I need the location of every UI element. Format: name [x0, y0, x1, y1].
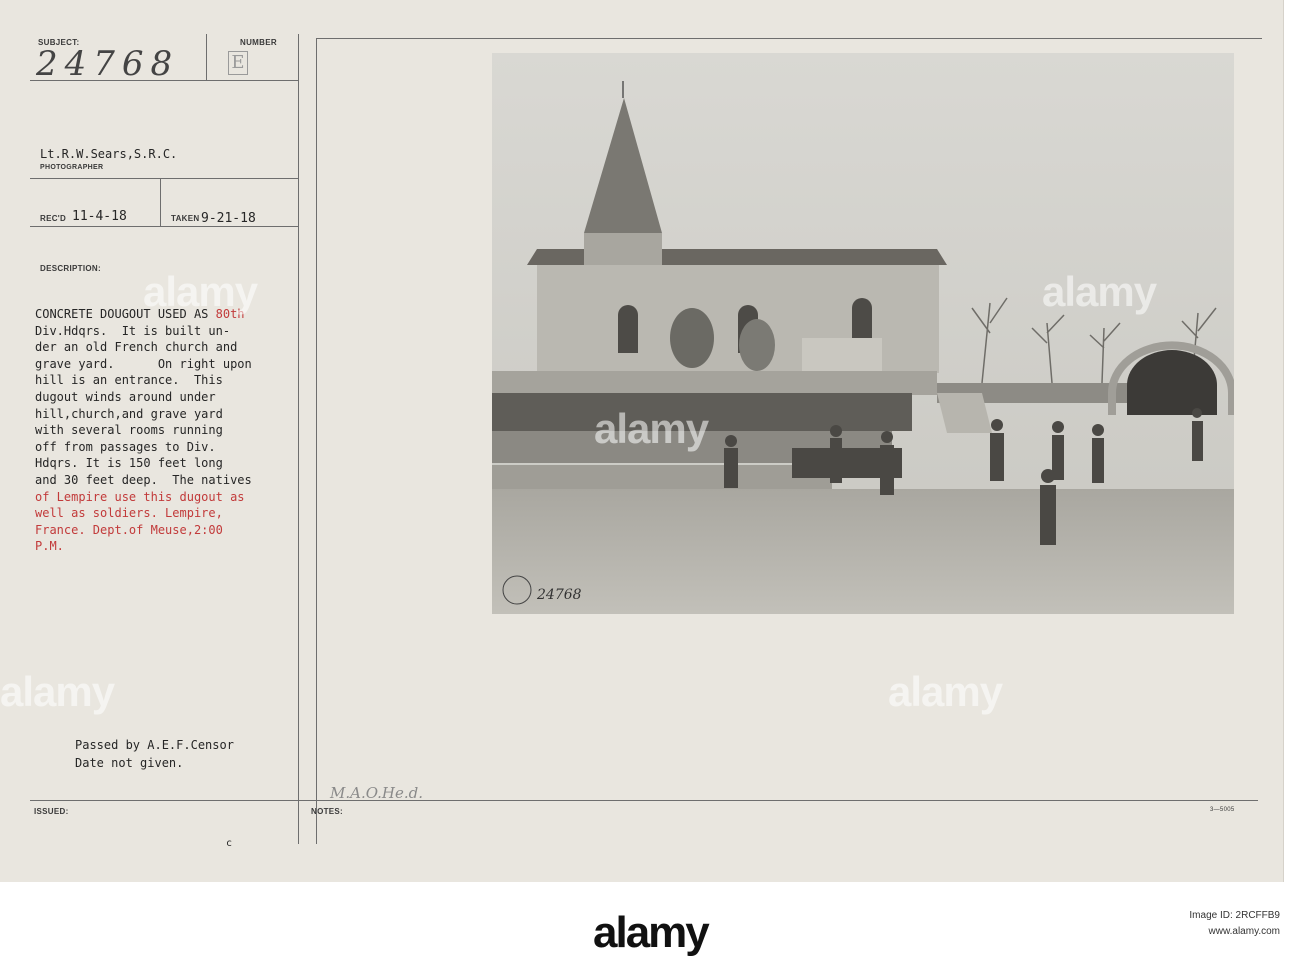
site-url: www.alamy.com	[1208, 926, 1281, 937]
image-id: Image ID: 2RCFFB9	[1189, 910, 1280, 921]
stamp-number: 24768	[536, 587, 582, 603]
notes-column-rule	[316, 38, 317, 844]
photographer-name: Lt.R.W.Sears,S.R.C.	[40, 147, 178, 161]
taken-label: TAKEN	[171, 214, 200, 223]
number-value: E	[228, 51, 248, 75]
photo-illustration: 24768	[492, 53, 1234, 614]
divider	[30, 800, 1258, 801]
recd-date: 11-4-18	[72, 209, 127, 224]
divider	[316, 38, 1262, 39]
issued-mark: c	[226, 838, 233, 849]
watermark: alamy	[143, 268, 258, 315]
subject-number: 24768	[36, 44, 180, 84]
form-number: 3—5005	[1210, 807, 1235, 813]
taken-date: 9-21-18	[201, 211, 256, 226]
alamy-logo: alamy	[593, 908, 710, 957]
divider	[30, 226, 298, 227]
recd-label: REC'D	[40, 214, 67, 223]
censor-line-2: Date not given.	[75, 756, 184, 770]
divider	[206, 34, 207, 80]
watermark: alamy	[0, 668, 115, 715]
watermark: alamy	[594, 405, 709, 452]
photographer-label: PHOTOGRAPHER	[40, 164, 104, 171]
left-column-rule	[298, 34, 299, 844]
censor-line-1: Passed by A.E.F.Censor	[75, 738, 234, 752]
issued-label: ISSUED:	[34, 807, 69, 816]
divider	[30, 80, 298, 81]
watermark: alamy	[888, 668, 1003, 715]
number-label: NUMBER	[240, 38, 277, 47]
church-dugout-photo: 24768	[492, 53, 1234, 614]
divider	[30, 178, 298, 179]
description-label: DESCRIPTION:	[40, 264, 101, 273]
notes-handwriting: M.A.O.He.d.	[330, 784, 424, 802]
watermark: alamy	[1042, 268, 1157, 315]
description-text: CONCRETE DOUGOUT USED AS 80th Div.Hdqrs.…	[35, 307, 252, 554]
divider	[160, 178, 161, 226]
